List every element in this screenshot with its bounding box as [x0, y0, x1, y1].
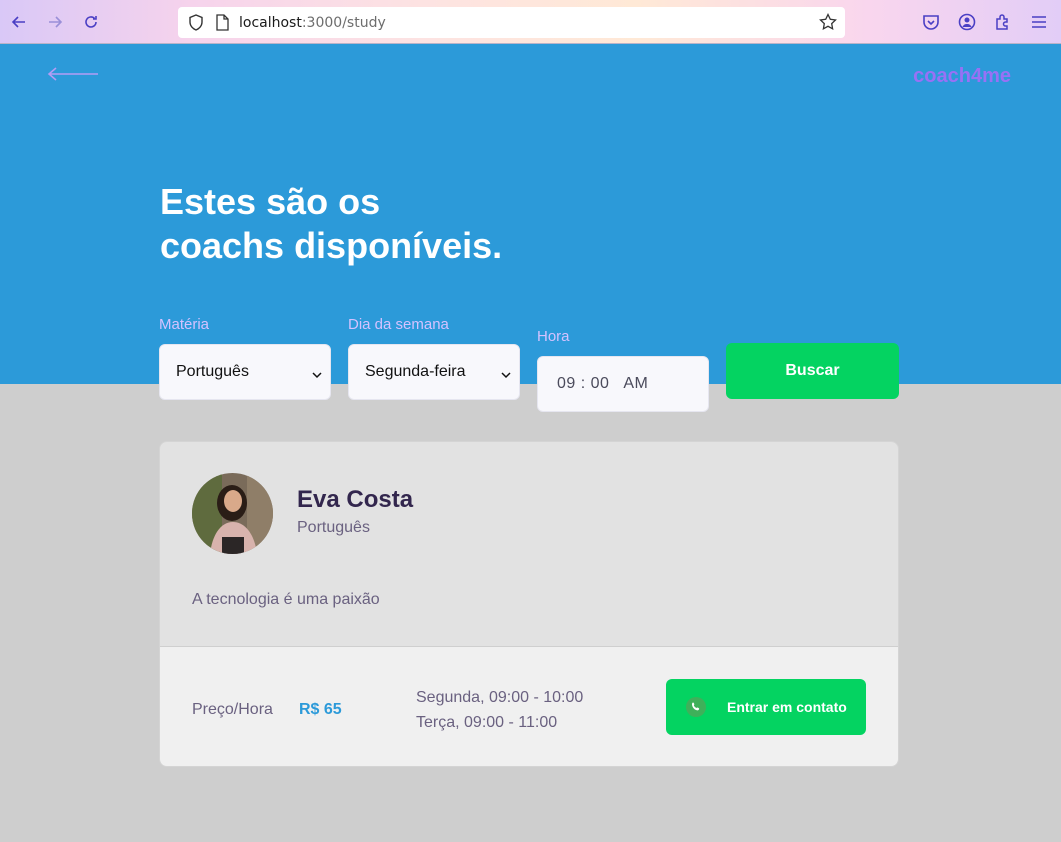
page-icon[interactable]: [215, 14, 229, 36]
coach-subject: Português: [297, 519, 370, 536]
subject-select-value: Português: [176, 363, 249, 380]
page-header: coach4me Estes são os coachs disponíveis…: [0, 44, 1061, 412]
contact-button-label: Entrar em contato: [727, 699, 847, 715]
back-arrow-icon[interactable]: [47, 66, 99, 82]
whatsapp-icon: [686, 697, 706, 717]
extensions-icon[interactable]: [993, 12, 1013, 32]
coach-name: Eva Costa: [297, 486, 414, 513]
subject-select[interactable]: Português: [159, 344, 331, 400]
chevron-down-icon: [312, 367, 322, 379]
page-title-line2: coachs disponíveis.: [160, 225, 503, 266]
schedule-item: Terça, 09:00 - 11:00: [416, 714, 558, 731]
page-title-line1: Estes são os: [160, 181, 381, 222]
weekday-select[interactable]: Segunda-feira: [348, 344, 520, 400]
bookmark-star-icon[interactable]: [819, 12, 837, 36]
avatar: [192, 473, 273, 554]
url-bar[interactable]: localhost:3000/study: [178, 7, 845, 38]
browser-toolbar: localhost:3000/study: [0, 0, 1061, 44]
menu-icon[interactable]: [1029, 12, 1049, 32]
time-input-value: 09 : 00 AM: [557, 375, 649, 392]
schedule-item: Segunda, 09:00 - 10:00: [416, 689, 584, 706]
price-value: R$ 65: [299, 701, 342, 718]
weekday-label: Dia da semana: [348, 316, 449, 333]
price-label: Preço/Hora: [192, 701, 273, 718]
weekday-select-value: Segunda-feira: [365, 363, 466, 380]
forward-icon[interactable]: [45, 12, 65, 32]
shield-icon[interactable]: [188, 14, 204, 36]
chevron-down-icon: [501, 367, 511, 379]
url-host: localhost: [239, 15, 302, 31]
account-icon[interactable]: [957, 12, 977, 32]
logo: coach4me: [913, 65, 1011, 87]
search-button[interactable]: Buscar: [726, 343, 899, 399]
pocket-icon[interactable]: [921, 12, 941, 32]
url-path: :3000/study: [301, 15, 386, 31]
coach-card-footer: Preço/Hora R$ 65 Segunda, 09:00 - 10:00 …: [160, 646, 898, 766]
contact-button[interactable]: Entrar em contato: [666, 679, 866, 735]
page-title: Estes são os coachs disponíveis.: [160, 180, 580, 268]
coach-card: Eva Costa Português A tecnologia é uma p…: [159, 441, 899, 767]
url-text[interactable]: localhost:3000/study: [239, 15, 386, 31]
back-icon[interactable]: [9, 12, 29, 32]
coach-bio: A tecnologia é uma paixão: [192, 591, 380, 608]
reload-icon[interactable]: [81, 12, 101, 32]
schedule-list: Segunda, 09:00 - 10:00 Terça, 09:00 - 11…: [416, 685, 583, 735]
time-input[interactable]: 09 : 00 AM: [537, 356, 709, 412]
time-label: Hora: [537, 328, 570, 345]
subject-label: Matéria: [159, 316, 210, 333]
